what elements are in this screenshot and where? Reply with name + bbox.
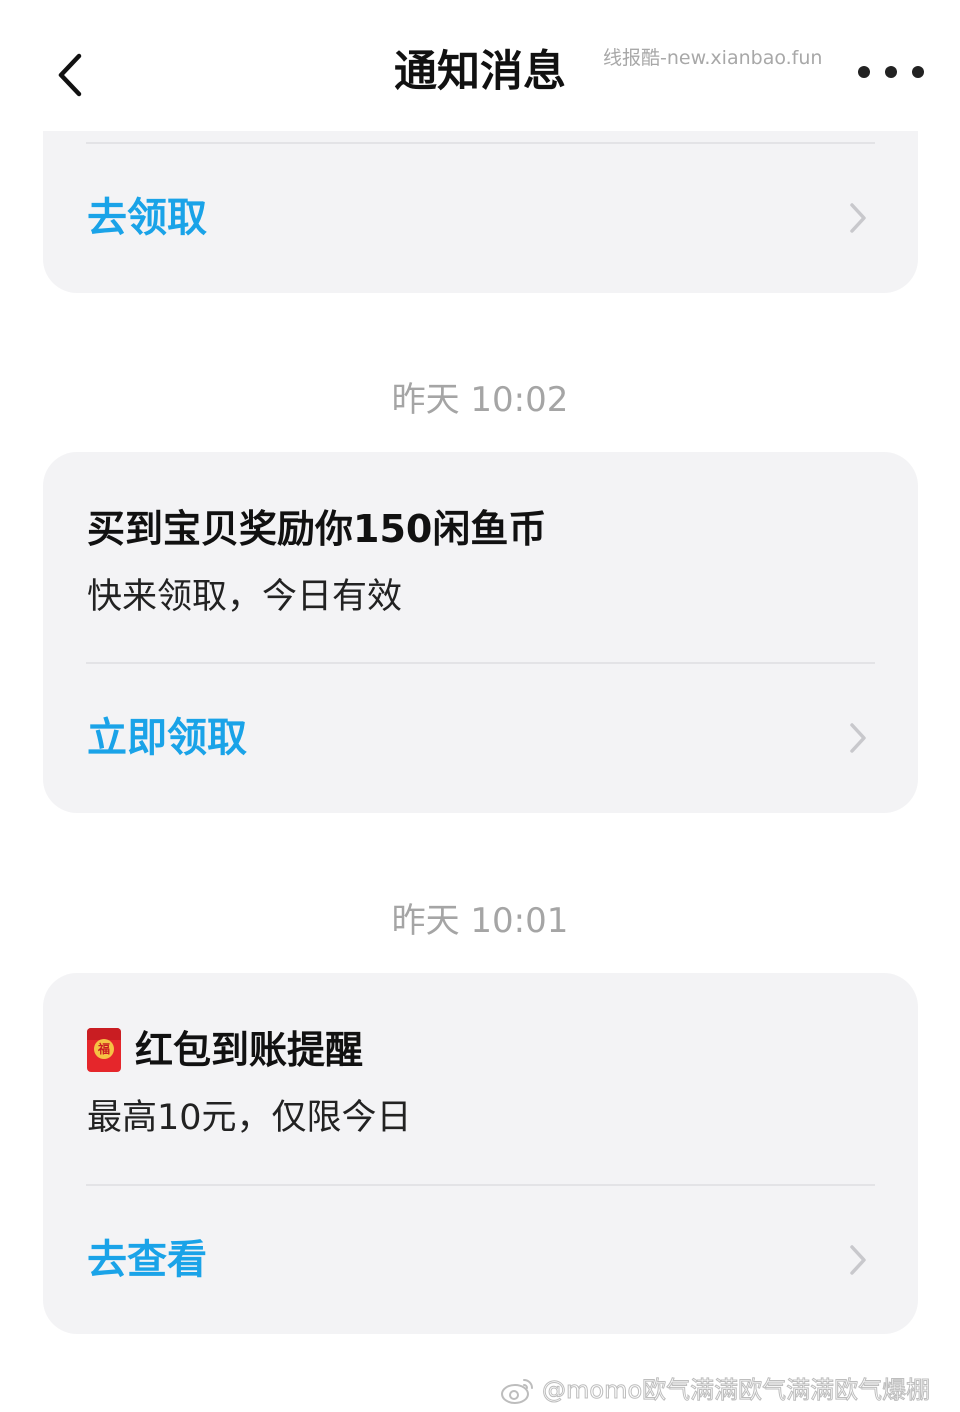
- watermark-text: 线报酷-new.xianbao.fun: [603, 47, 823, 69]
- notification-card: 买到宝贝奖励你150闲鱼币 快来领取，今日有效 立即领取: [43, 452, 918, 813]
- notification-card: 去领取: [43, 131, 918, 293]
- card-subtitle: 快来领取，今日有效: [87, 577, 403, 617]
- message-timestamp: 昨天 10:01: [391, 901, 569, 941]
- chevron-right-icon: [850, 723, 866, 753]
- card-divider: [86, 142, 875, 144]
- more-dot: [885, 66, 897, 78]
- card-title: 买到宝贝奖励你150闲鱼币: [87, 507, 547, 551]
- watermark-text: @momo欧气满满欧气满满欧气爆棚: [541, 1376, 931, 1405]
- card-title: 福 红包到账提醒: [87, 1025, 363, 1075]
- chevron-right-icon: [850, 203, 866, 233]
- red-packet-icon: 福: [87, 1028, 121, 1072]
- card-divider: [86, 1184, 875, 1186]
- more-dots-icon: [858, 66, 870, 78]
- card-divider: [86, 662, 875, 664]
- red-packet-seal: 福: [94, 1039, 114, 1059]
- weibo-watermark: @momo欧气满满欧气满满欧气爆棚: [500, 1372, 931, 1408]
- chevron-right-icon: [850, 1245, 866, 1275]
- nav-header: 通知消息 线报酷-new.xianbao.fun: [0, 0, 960, 130]
- action-label: 去查看: [87, 1237, 207, 1283]
- more-button[interactable]: [858, 52, 924, 92]
- more-dot: [912, 66, 924, 78]
- claim-now-action-row[interactable]: 立即领取: [43, 688, 918, 788]
- message-timestamp: 昨天 10:02: [391, 380, 569, 420]
- notification-card: 福 红包到账提醒 最高10元，仅限今日 去查看: [43, 973, 918, 1334]
- claim-action-row[interactable]: 去领取: [43, 168, 918, 268]
- card-title-text: 红包到账提醒: [135, 1028, 364, 1072]
- action-label: 去领取: [87, 195, 207, 241]
- weibo-icon: [501, 1379, 533, 1404]
- action-label: 立即领取: [87, 715, 247, 761]
- card-subtitle: 最高10元，仅限今日: [87, 1098, 412, 1138]
- view-action-row[interactable]: 去查看: [43, 1210, 918, 1310]
